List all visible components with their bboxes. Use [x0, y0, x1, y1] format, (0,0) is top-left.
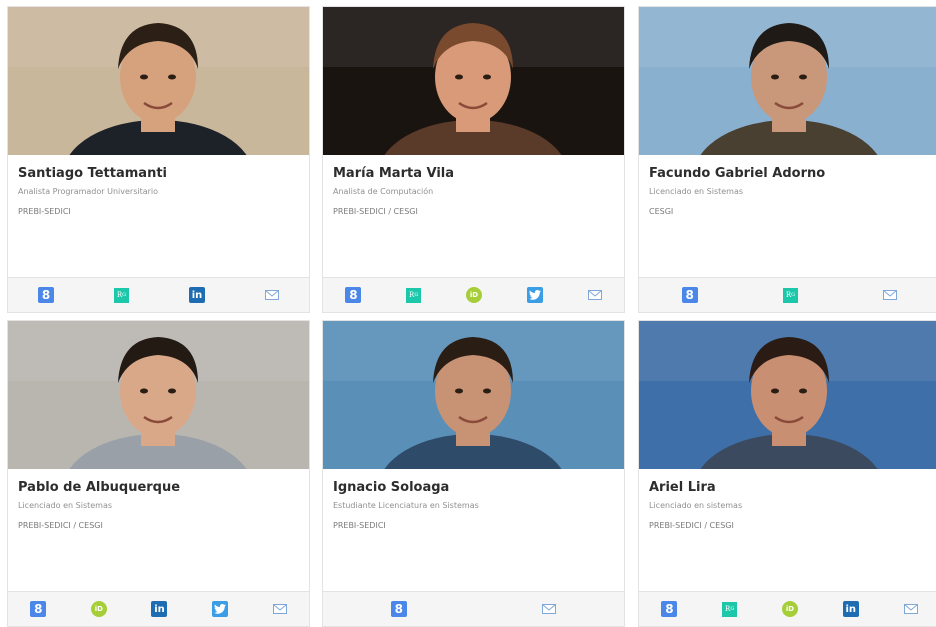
person-card: Pablo de Albuquerque Licenciado en Siste… — [7, 320, 310, 627]
linkedin-icon[interactable]: in — [189, 287, 205, 303]
social-links-bar: 8 — [323, 591, 624, 626]
person-info: Ariel Lira Licenciado en sistemas PREBI-… — [649, 479, 930, 532]
person-title: Licenciado en sistemas — [649, 501, 743, 510]
twitter-icon[interactable] — [526, 287, 543, 303]
portrait-image — [8, 7, 309, 155]
google-scholar-icon[interactable]: 8 — [390, 601, 407, 617]
email-icon[interactable] — [542, 604, 557, 614]
social-links-bar: 8 R G iD — [323, 277, 624, 312]
person-org: PREBI-SEDICI / CESGI — [649, 521, 734, 530]
email-icon[interactable] — [903, 604, 918, 614]
person-photo — [639, 7, 936, 155]
person-title: Analista de Computación — [333, 187, 434, 196]
person-org: PREBI-SEDICI / CESGI — [18, 521, 103, 530]
linkedin-icon[interactable]: in — [151, 601, 168, 617]
person-name: Ignacio Soloaga — [333, 480, 450, 495]
linkedin-icon[interactable]: in — [842, 601, 859, 617]
researchgate-icon[interactable]: RG — [782, 287, 798, 303]
email-icon[interactable] — [587, 290, 602, 300]
team-grid: Santiago Tettamanti Analista Programador… — [0, 0, 936, 627]
person-info: Pablo de Albuquerque Licenciado en Siste… — [18, 479, 299, 532]
orcid-icon[interactable]: iD — [90, 601, 107, 617]
person-name: Santiago Tettamanti — [18, 166, 167, 181]
portrait-image — [8, 321, 309, 469]
email-icon[interactable] — [272, 604, 287, 614]
twitter-icon[interactable] — [212, 601, 229, 617]
google-scholar-icon[interactable]: 8 — [30, 601, 47, 617]
researchgate-icon[interactable]: RG — [722, 601, 738, 617]
person-title: Estudiante Licenciatura en Sistemas — [333, 501, 479, 510]
person-card: María Marta Vila Analista de Computación… — [322, 6, 625, 313]
google-scholar-icon[interactable]: 8 — [661, 601, 678, 617]
person-info: Facundo Gabriel Adorno Licenciado en Sis… — [649, 165, 930, 218]
google-scholar-icon[interactable]: 8 — [345, 287, 362, 303]
google-scholar-icon[interactable]: 8 — [38, 287, 54, 303]
portrait-image — [639, 321, 936, 469]
portrait-image — [323, 321, 624, 469]
portrait-image — [639, 7, 936, 155]
portrait-image — [323, 7, 624, 155]
person-photo — [323, 321, 624, 469]
orcid-icon[interactable]: iD — [465, 287, 482, 303]
person-card: Ignacio Soloaga Estudiante Licenciatura … — [322, 320, 625, 627]
email-icon[interactable] — [883, 290, 898, 300]
email-icon[interactable] — [265, 290, 279, 300]
social-links-bar: 8 R G iD in — [639, 591, 936, 626]
person-name: Facundo Gabriel Adorno — [649, 166, 826, 181]
person-info: Santiago Tettamanti Analista Programador… — [18, 165, 299, 218]
person-title: Licenciado en Sistemas — [649, 187, 744, 196]
person-org: PREBI-SEDICI — [333, 521, 386, 530]
person-info: Ignacio Soloaga Estudiante Licenciatura … — [333, 479, 614, 532]
researchgate-icon[interactable]: RG — [406, 287, 422, 303]
social-links-bar: 8 R G in — [8, 277, 309, 312]
researchgate-icon[interactable]: RG — [114, 287, 129, 303]
person-info: María Marta Vila Analista de Computación… — [333, 165, 614, 218]
person-org: PREBI-SEDICI — [18, 207, 71, 216]
person-name: María Marta Vila — [333, 166, 455, 181]
person-card: Facundo Gabriel Adorno Licenciado en Sis… — [638, 6, 936, 313]
orcid-icon[interactable]: iD — [781, 601, 798, 617]
person-card: Santiago Tettamanti Analista Programador… — [7, 6, 310, 313]
person-org: PREBI-SEDICI / CESGI — [333, 207, 418, 216]
social-links-bar: 8 iD in — [8, 591, 309, 626]
person-title: Licenciado en Sistemas — [18, 501, 113, 510]
person-photo — [8, 321, 309, 469]
person-photo — [639, 321, 936, 469]
person-card: Ariel Lira Licenciado en sistemas PREBI-… — [638, 320, 936, 627]
google-scholar-icon[interactable]: 8 — [681, 287, 698, 303]
person-photo — [323, 7, 624, 155]
person-name: Pablo de Albuquerque — [18, 480, 181, 495]
person-org: CESGI — [649, 207, 674, 216]
person-title: Analista Programador Universitario — [18, 187, 159, 196]
person-photo — [8, 7, 309, 155]
social-links-bar: 8 RG — [639, 277, 936, 312]
person-name: Ariel Lira — [649, 480, 716, 495]
